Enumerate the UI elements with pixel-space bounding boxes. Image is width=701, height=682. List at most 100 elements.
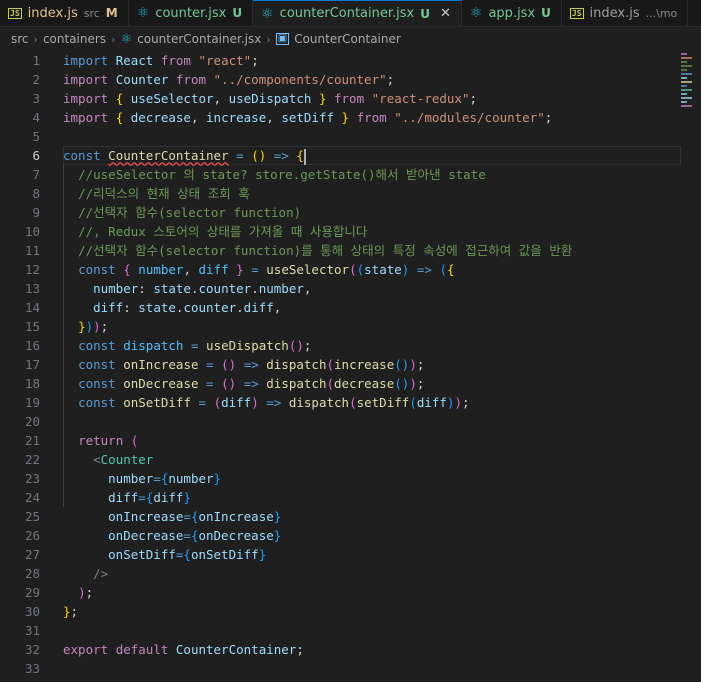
code-line[interactable]: //선택자 함수(selector function)	[63, 203, 677, 222]
line-number: 8	[32, 186, 40, 201]
code-line[interactable]: const CounterContainer = () => {	[63, 146, 677, 165]
minimap-line	[681, 89, 692, 91]
code-token: :	[138, 281, 154, 296]
code-line[interactable]: onSetDiff={onSetDiff}	[63, 545, 677, 564]
tab-1[interactable]: ⚛ counter.jsx U	[128, 0, 254, 26]
code-line[interactable]	[63, 412, 677, 431]
code-line[interactable]: );	[63, 583, 677, 602]
line-number: 4	[32, 110, 40, 125]
code-line[interactable]: number: state.counter.number,	[63, 279, 677, 298]
code-token: }	[78, 319, 86, 334]
tab-label: index.js	[589, 5, 640, 21]
code-line[interactable]: import { useSelector, useDispatch } from…	[63, 89, 677, 108]
code-line[interactable]: export default CounterContainer;	[63, 640, 677, 659]
code-editor[interactable]: 1 2 3 4 5 6 7 8 9 10 11 12 13 14 15 16 17 18 19 20 21 22 23 24 2…	[0, 51, 701, 682]
code-token: const	[78, 262, 116, 277]
minimap-line	[681, 105, 692, 107]
code-line[interactable]: //리덕스의 현재 상태 조회 훅	[63, 184, 677, 203]
code-line[interactable]: return (	[63, 431, 677, 450]
line-number: 9	[32, 205, 40, 220]
breadcrumb-folder[interactable]: containers	[43, 32, 106, 46]
code-token: =	[198, 395, 207, 410]
git-status-badge: U	[541, 6, 551, 20]
code-token: "react-redux"	[371, 91, 470, 106]
line-number-gutter[interactable]: 1 2 3 4 5 6 7 8 9 10 11 12 13 14 15 16 17 18 19 20 21 22 23 24 2…	[0, 51, 40, 678]
breadcrumb-symbol[interactable]: CounterContainer	[294, 32, 401, 46]
minimap-line	[681, 61, 687, 63]
code-line[interactable]: onDecrease={onDecrease}	[63, 526, 677, 545]
code-line[interactable]	[63, 659, 677, 678]
code-token: =>	[273, 148, 289, 163]
code-line[interactable]: import Counter from "../components/count…	[63, 70, 677, 89]
code-token: counter	[183, 300, 237, 315]
tab-2[interactable]: ⚛ counterContainer.jsx U ✕	[253, 0, 462, 26]
code-line[interactable]: };	[63, 602, 677, 621]
code-token: =	[206, 357, 214, 372]
code-line[interactable]: diff={diff}	[63, 488, 677, 507]
code-line[interactable]: number={number}	[63, 469, 677, 488]
code-token: "react"	[198, 53, 252, 68]
code-token: const	[78, 338, 116, 353]
code-line[interactable]: const onDecrease = () => dispatch(decrea…	[63, 374, 677, 393]
code-line[interactable]: import React from "react";	[63, 51, 677, 70]
code-token: }	[341, 110, 350, 125]
chevron-right-icon: ›	[266, 32, 271, 46]
code-line[interactable]: }));	[63, 317, 677, 336]
code-line[interactable]: const { number, diff } = useSelector((st…	[63, 260, 677, 279]
code-token: const	[63, 148, 101, 163]
breadcrumb-file[interactable]: counterContainer.jsx	[137, 32, 261, 46]
code-line[interactable]: <Counter	[63, 450, 677, 469]
code-token: .	[190, 281, 199, 296]
line-number: 2	[32, 72, 40, 87]
code-line[interactable]: import { decrease, increase, setDiff } f…	[63, 108, 677, 127]
tab-3[interactable]: ⚛ app.jsx U	[461, 0, 562, 26]
tab-description: ...\mo	[645, 6, 678, 20]
line-number: 30	[24, 604, 40, 619]
code-token: =	[206, 376, 214, 391]
code-token: ;	[416, 376, 425, 391]
code-token: decrease	[334, 376, 395, 391]
line-number: 31	[24, 623, 40, 638]
code-line[interactable]: onIncrease={onIncrease}	[63, 507, 677, 526]
tab-4[interactable]: JS index.js ...\mo	[561, 0, 689, 26]
code-line[interactable]: //useSelector 의 state? store.getState()해…	[63, 165, 677, 184]
code-line[interactable]: const onSetDiff = (diff) => dispatch(set…	[63, 393, 677, 412]
code-line[interactable]	[63, 621, 677, 640]
code-line[interactable]: //, Redux 스토어의 상태를 가져올 때 사용합니다	[63, 222, 677, 241]
line-number: 10	[24, 224, 40, 239]
code-area[interactable]: import React from "react"; import Counter…	[63, 51, 677, 678]
code-line[interactable]: const dispatch = useDispatch();	[63, 336, 677, 355]
minimap[interactable]	[681, 53, 697, 109]
tab-0[interactable]: JS index.js src M	[0, 0, 129, 26]
code-line[interactable]: diff: state.counter.diff,	[63, 298, 677, 317]
code-token: ;	[416, 357, 425, 372]
tab-bar: JS index.js src M ⚛ counter.jsx U ⚛ counterConta…	[0, 0, 701, 27]
line-number: 24	[24, 490, 40, 505]
code-token: //선택자 함수(selector function)를 통해 상태의 특정 속…	[78, 243, 573, 258]
code-token: onDecrease	[123, 376, 199, 391]
code-line[interactable]: />	[63, 564, 677, 583]
code-token: (	[409, 395, 417, 410]
code-token: counter	[198, 281, 252, 296]
code-line[interactable]	[63, 127, 677, 146]
close-icon[interactable]: ✕	[440, 6, 451, 21]
code-token: dispatch	[123, 338, 184, 353]
code-token: "../modules/counter"	[394, 110, 545, 125]
breadcrumb-root[interactable]: src	[11, 32, 29, 46]
code-line[interactable]: //선택자 함수(selector function)를 통해 상태의 특정 속…	[63, 241, 677, 260]
code-line[interactable]: const onIncrease = () => dispatch(increa…	[63, 355, 677, 374]
